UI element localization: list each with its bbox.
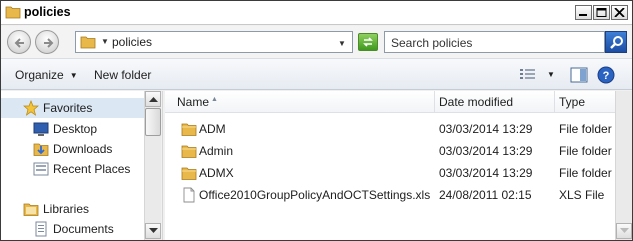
search-placeholder: Search policies [391,36,473,50]
scroll-thumb[interactable] [145,108,161,136]
file-type: XLS File [559,188,605,202]
chevron-up-icon [149,97,158,102]
downloads-icon [33,143,49,156]
file-list-scrollbar[interactable] [615,91,632,240]
column-header-date-modified[interactable]: Date modified [435,91,555,113]
nav-item-label: Recent Places [53,162,131,176]
chevron-down-icon [620,228,629,233]
nav-item-label: Favorites [43,101,93,115]
file-date: 03/03/2014 13:29 [439,166,533,180]
search-button[interactable] [605,31,627,53]
address-row: ▼ policies ▼ Search policies [1,26,632,58]
search-input[interactable]: Search policies [384,31,605,53]
explorer-window: policies ▼ policies ▼ Search policies Or… [0,0,633,241]
preview-pane-icon[interactable] [570,67,588,83]
organize-menu[interactable]: Organize ▼ [15,68,78,82]
document-icon [183,187,195,203]
nav-item-label: Downloads [53,142,113,156]
address-bar[interactable]: ▼ policies ▼ [75,31,353,53]
nav-item-desktop[interactable]: Desktop [1,119,144,139]
libraries-icon [23,203,39,216]
list-item[interactable]: ADM 03/03/2014 13:29 File folder [165,118,632,140]
breadcrumb-path[interactable]: policies [112,35,152,49]
scroll-up-button[interactable] [145,91,161,107]
file-list: Name ▲ Date modified Type ADM 03/03/2014… [165,91,632,240]
maximize-icon [596,8,607,17]
nav-item-label: Libraries [43,202,90,216]
documents-icon [35,221,47,237]
nav-item-documents[interactable]: Documents [1,219,144,239]
list-item[interactable]: Office2010GroupPolicyAndOCTSettings.xls … [165,184,632,206]
view-options-icon[interactable] [519,67,537,81]
help-icon[interactable]: ? [597,66,615,84]
file-name: Admin [199,144,234,158]
column-header-label: Date modified [439,95,514,109]
list-item[interactable]: ADMX 03/03/2014 13:29 File folder [165,162,632,184]
close-button[interactable] [611,5,628,20]
file-date: 03/03/2014 13:29 [439,122,533,136]
close-icon [614,8,625,17]
refresh-icon [363,37,373,47]
file-date: 03/03/2014 13:29 [439,144,533,158]
back-button[interactable] [7,30,31,54]
nav-item-recent-places[interactable]: Recent Places [1,159,144,179]
folder-icon [181,123,197,136]
folder-icon [181,145,197,158]
window-title: policies [24,5,71,19]
nav-scrollbar[interactable] [144,91,161,240]
back-arrow-icon [14,38,24,48]
nav-item-favorites[interactable]: Favorites [1,98,144,118]
command-bar: Organize ▼ New folder ▼ ? [1,58,632,90]
file-type: File folder [559,122,612,136]
scroll-down-button[interactable] [145,223,161,239]
list-item[interactable]: Admin 03/03/2014 13:29 File folder [165,140,632,162]
new-folder-button[interactable]: New folder [94,68,151,82]
address-dropdown-icon[interactable]: ▼ [338,39,346,48]
nav-item-downloads[interactable]: Downloads [1,139,144,159]
sort-ascending-icon: ▲ [211,96,218,103]
star-icon [23,100,39,116]
file-type: File folder [559,144,612,158]
folder-icon [80,36,96,49]
navigation-pane: Favorites Desktop Downloads Recent Place… [1,91,144,240]
nav-item-label: Desktop [53,122,98,136]
svg-text:?: ? [603,70,610,82]
recent-places-icon [33,162,49,176]
title-bar: policies [1,1,632,25]
minimize-button[interactable] [575,5,592,20]
scroll-down-button[interactable] [616,223,632,239]
file-name: ADMX [199,166,234,180]
forward-button[interactable] [35,30,59,54]
maximize-button[interactable] [593,5,610,20]
breadcrumb-arrow-icon[interactable]: ▼ [101,37,109,46]
file-name: ADM [199,122,226,136]
column-header-name[interactable]: Name ▲ [165,91,435,113]
file-type: File folder [559,166,612,180]
chevron-down-icon [149,228,158,233]
folder-icon [181,167,197,180]
organize-label: Organize [15,68,64,82]
desktop-icon [33,122,49,136]
nav-item-libraries[interactable]: Libraries [1,199,144,219]
forward-arrow-icon [44,38,54,48]
file-date: 24/08/2011 02:15 [439,188,532,202]
chevron-down-icon: ▼ [69,71,78,80]
minimize-icon [579,14,587,16]
file-name: Office2010GroupPolicyAndOCTSettings.xls [199,188,431,202]
nav-item-label: Documents [53,222,114,236]
folder-icon [5,6,21,19]
column-header-label: Name [177,95,210,109]
refresh-button[interactable] [358,33,378,51]
search-icon [610,36,623,49]
column-header-label: Type [559,95,586,109]
view-dropdown-icon[interactable]: ▼ [547,70,555,79]
